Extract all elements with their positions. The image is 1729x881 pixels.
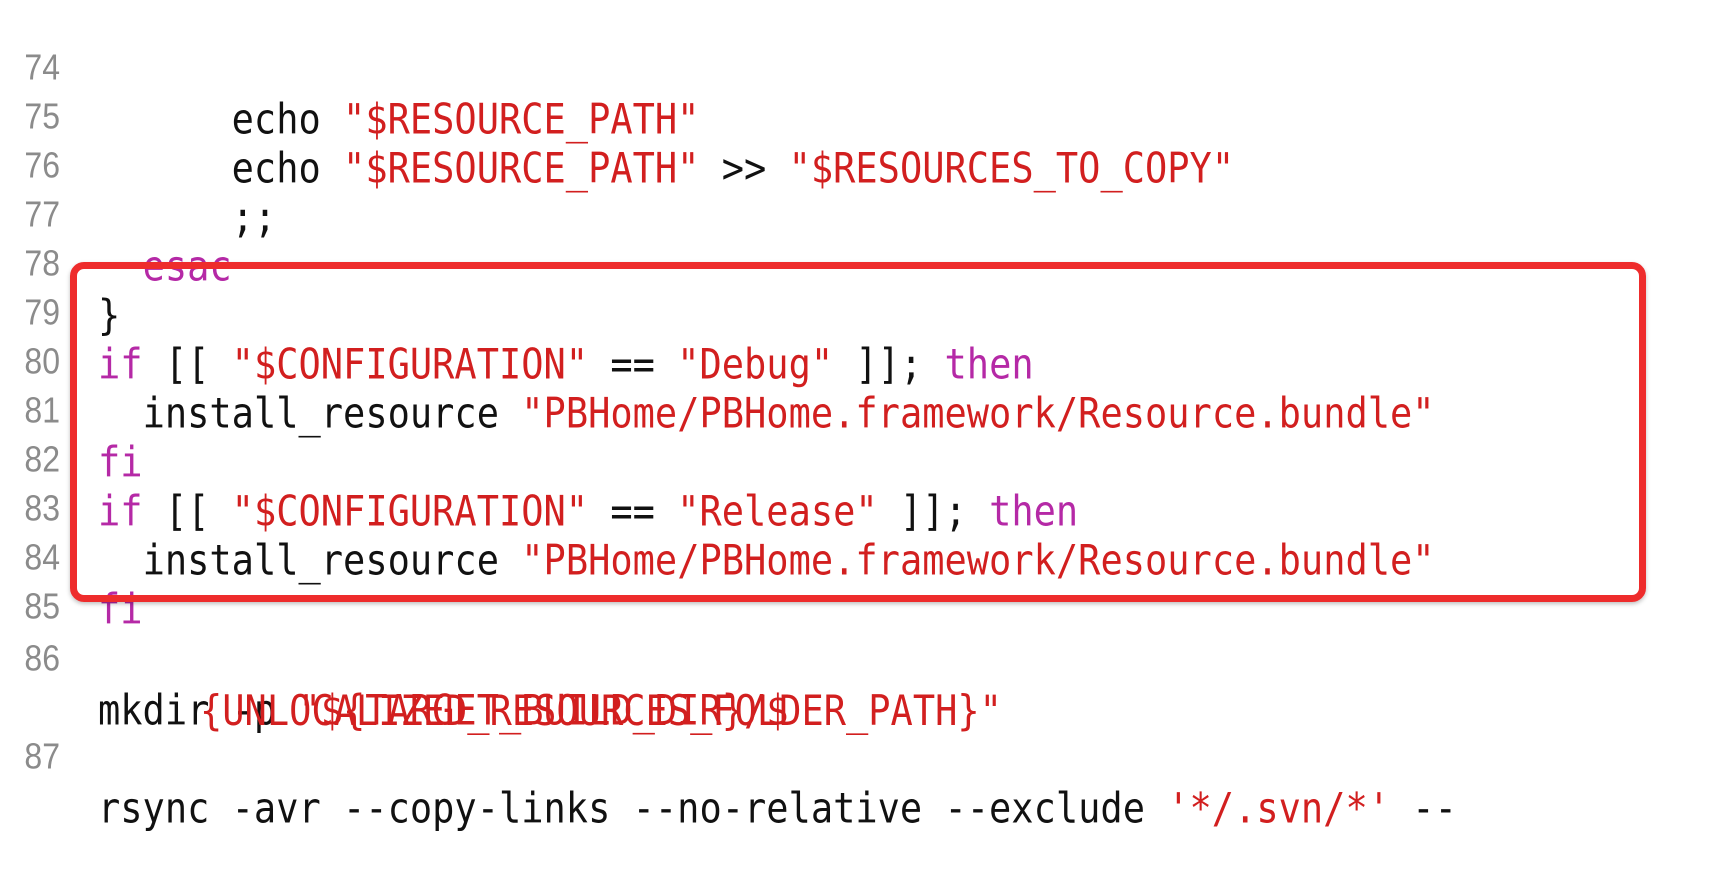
operator-token: -- xyxy=(1390,784,1457,833)
line-number: 87 xyxy=(24,736,60,777)
code-editor[interactable]: 74 echo "$RESOURCE_PATH" 75 echo "$RESOU… xyxy=(0,0,1729,832)
string-token: '*/.svn/*' xyxy=(1167,784,1391,833)
highlight-annotation-box xyxy=(70,262,1646,602)
code-line-87: 87 rsync -avr --copy-links --no-relative… xyxy=(0,688,1729,832)
command-token: rsync -avr --copy-links --no-relative --… xyxy=(98,784,1168,833)
